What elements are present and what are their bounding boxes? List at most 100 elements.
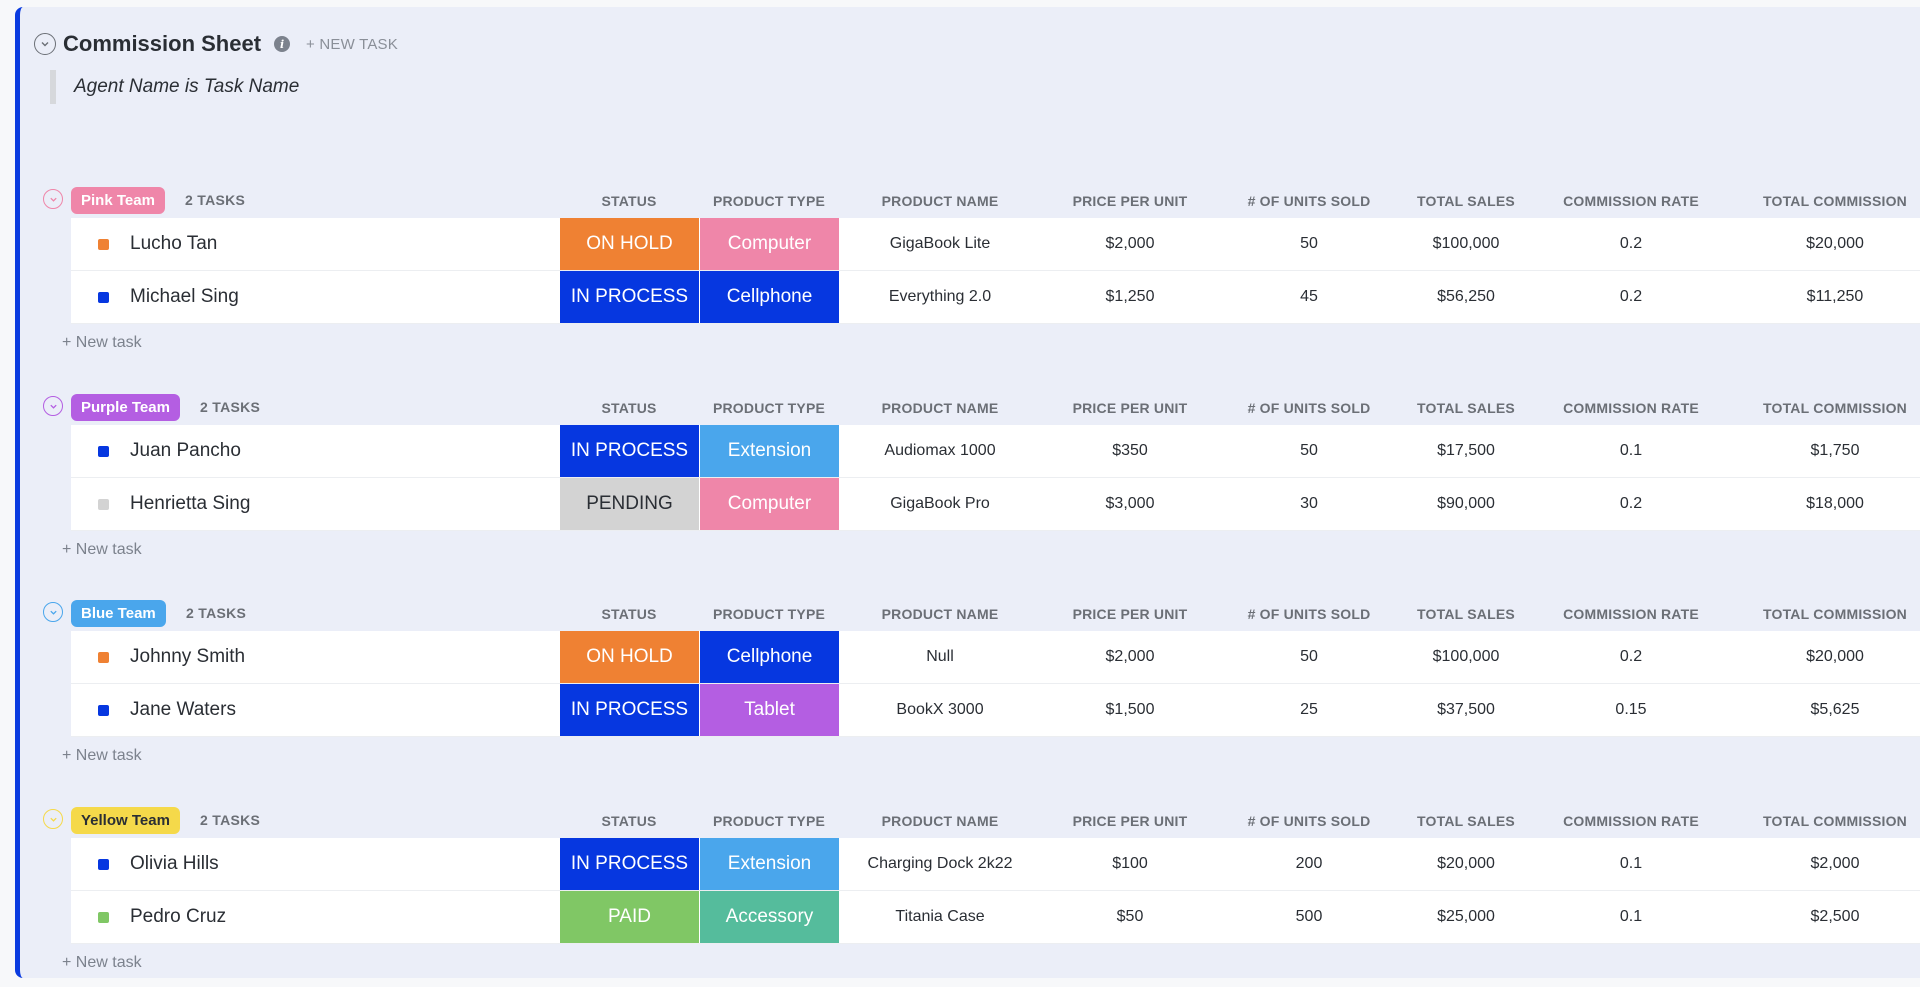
task-row[interactable]: Juan Pancho IN PROCESS Extension Audioma… xyxy=(71,425,1920,478)
column-header-price-per-unit[interactable]: PRICE PER UNIT xyxy=(1073,400,1188,416)
price-per-unit-cell[interactable]: $1,250 xyxy=(1106,271,1155,323)
add-task-row-button[interactable]: + New task xyxy=(62,541,142,559)
status-dot-icon[interactable] xyxy=(98,912,109,923)
task-name[interactable]: Henrietta Sing xyxy=(130,478,250,530)
commission-rate-cell[interactable]: 0.15 xyxy=(1615,684,1646,736)
product-type-cell[interactable]: Cellphone xyxy=(700,271,839,323)
add-task-row-button[interactable]: + New task xyxy=(62,954,142,972)
collapse-group-icon[interactable] xyxy=(43,602,63,622)
add-task-row-button[interactable]: + New task xyxy=(62,334,142,352)
status-dot-icon[interactable] xyxy=(98,446,109,457)
column-header-total-sales[interactable]: TOTAL SALES xyxy=(1417,193,1515,209)
task-row[interactable]: Michael Sing IN PROCESS Cellphone Everyt… xyxy=(71,271,1920,324)
product-type-cell[interactable]: Tablet xyxy=(700,684,839,736)
new-task-button[interactable]: + NEW TASK xyxy=(306,36,398,53)
task-name[interactable]: Olivia Hills xyxy=(130,838,219,890)
product-name-cell[interactable]: GigaBook Lite xyxy=(890,218,991,270)
status-cell[interactable]: IN PROCESS xyxy=(560,271,699,323)
column-header-total-sales[interactable]: TOTAL SALES xyxy=(1417,606,1515,622)
product-name-cell[interactable]: Null xyxy=(926,631,954,683)
task-row[interactable]: Jane Waters IN PROCESS Tablet BookX 3000… xyxy=(71,684,1920,737)
column-header-product-type[interactable]: PRODUCT TYPE xyxy=(713,606,825,622)
column-header-status[interactable]: STATUS xyxy=(601,606,656,622)
column-header-product-name[interactable]: PRODUCT NAME xyxy=(882,400,999,416)
product-type-cell[interactable]: Computer xyxy=(700,218,839,270)
commission-rate-cell[interactable]: 0.2 xyxy=(1620,478,1642,530)
column-header-product-type[interactable]: PRODUCT TYPE xyxy=(713,193,825,209)
product-name-cell[interactable]: Titania Case xyxy=(895,891,984,943)
column-header-price-per-unit[interactable]: PRICE PER UNIT xyxy=(1073,606,1188,622)
group-name-pill[interactable]: Pink Team xyxy=(71,187,165,214)
group-name-pill[interactable]: Yellow Team xyxy=(71,807,180,834)
column-header-product-name[interactable]: PRODUCT NAME xyxy=(882,606,999,622)
column-header-units-sold[interactable]: # OF UNITS SOLD xyxy=(1248,193,1371,209)
product-type-cell[interactable]: Cellphone xyxy=(700,631,839,683)
add-task-row-button[interactable]: + New task xyxy=(62,747,142,765)
status-cell[interactable]: IN PROCESS xyxy=(560,425,699,477)
column-header-product-name[interactable]: PRODUCT NAME xyxy=(882,813,999,829)
column-header-commission-rate[interactable]: COMMISSION RATE xyxy=(1563,813,1699,829)
price-per-unit-cell[interactable]: $1,500 xyxy=(1106,684,1155,736)
commission-rate-cell[interactable]: 0.1 xyxy=(1620,891,1642,943)
task-name[interactable]: Jane Waters xyxy=(130,684,236,736)
column-header-units-sold[interactable]: # OF UNITS SOLD xyxy=(1248,400,1371,416)
units-sold-cell[interactable]: 50 xyxy=(1300,425,1318,477)
status-cell[interactable]: PENDING xyxy=(560,478,699,530)
status-cell[interactable]: ON HOLD xyxy=(560,218,699,270)
product-name-cell[interactable]: GigaBook Pro xyxy=(890,478,990,530)
task-row[interactable]: Henrietta Sing PENDING Computer GigaBook… xyxy=(71,478,1920,531)
status-dot-icon[interactable] xyxy=(98,292,109,303)
task-row[interactable]: Olivia Hills IN PROCESS Extension Chargi… xyxy=(71,838,1920,891)
column-header-total-commission[interactable]: TOTAL COMMISSION xyxy=(1763,400,1907,416)
status-dot-icon[interactable] xyxy=(98,705,109,716)
status-cell[interactable]: ON HOLD xyxy=(560,631,699,683)
column-header-total-commission[interactable]: TOTAL COMMISSION xyxy=(1763,606,1907,622)
column-header-commission-rate[interactable]: COMMISSION RATE xyxy=(1563,193,1699,209)
total-sales-cell[interactable]: $56,250 xyxy=(1437,271,1495,323)
product-type-cell[interactable]: Computer xyxy=(700,478,839,530)
units-sold-cell[interactable]: 50 xyxy=(1300,631,1318,683)
units-sold-cell[interactable]: 45 xyxy=(1300,271,1318,323)
product-type-cell[interactable]: Extension xyxy=(700,425,839,477)
product-name-cell[interactable]: Everything 2.0 xyxy=(889,271,991,323)
total-sales-cell[interactable]: $37,500 xyxy=(1437,684,1495,736)
task-row[interactable]: Pedro Cruz PAID Accessory Titania Case $… xyxy=(71,891,1920,944)
status-cell[interactable]: IN PROCESS xyxy=(560,684,699,736)
commission-rate-cell[interactable]: 0.1 xyxy=(1620,425,1642,477)
column-header-price-per-unit[interactable]: PRICE PER UNIT xyxy=(1073,813,1188,829)
column-header-product-type[interactable]: PRODUCT TYPE xyxy=(713,400,825,416)
column-header-total-commission[interactable]: TOTAL COMMISSION xyxy=(1763,193,1907,209)
price-per-unit-cell[interactable]: $2,000 xyxy=(1106,631,1155,683)
task-name[interactable]: Juan Pancho xyxy=(130,425,241,477)
units-sold-cell[interactable]: 500 xyxy=(1296,891,1323,943)
total-commission-cell[interactable]: $20,000 xyxy=(1806,631,1864,683)
task-name[interactable]: Lucho Tan xyxy=(130,218,217,270)
total-commission-cell[interactable]: $18,000 xyxy=(1806,478,1864,530)
total-sales-cell[interactable]: $17,500 xyxy=(1437,425,1495,477)
collapse-list-icon[interactable] xyxy=(34,33,56,55)
info-icon[interactable]: i xyxy=(274,36,291,52)
total-sales-cell[interactable]: $25,000 xyxy=(1437,891,1495,943)
status-dot-icon[interactable] xyxy=(98,499,109,510)
commission-rate-cell[interactable]: 0.2 xyxy=(1620,631,1642,683)
total-sales-cell[interactable]: $100,000 xyxy=(1433,218,1500,270)
total-sales-cell[interactable]: $20,000 xyxy=(1437,838,1495,890)
product-name-cell[interactable]: Charging Dock 2k22 xyxy=(868,838,1013,890)
column-header-commission-rate[interactable]: COMMISSION RATE xyxy=(1563,606,1699,622)
column-header-total-sales[interactable]: TOTAL SALES xyxy=(1417,400,1515,416)
total-commission-cell[interactable]: $2,000 xyxy=(1811,838,1860,890)
price-per-unit-cell[interactable]: $2,000 xyxy=(1106,218,1155,270)
collapse-group-icon[interactable] xyxy=(43,189,63,209)
collapse-group-icon[interactable] xyxy=(43,809,63,829)
task-name[interactable]: Pedro Cruz xyxy=(130,891,226,943)
total-commission-cell[interactable]: $5,625 xyxy=(1811,684,1860,736)
units-sold-cell[interactable]: 200 xyxy=(1296,838,1323,890)
commission-rate-cell[interactable]: 0.2 xyxy=(1620,271,1642,323)
status-dot-icon[interactable] xyxy=(98,859,109,870)
task-row[interactable]: Johnny Smith ON HOLD Cellphone Null $2,0… xyxy=(71,631,1920,684)
column-header-price-per-unit[interactable]: PRICE PER UNIT xyxy=(1073,193,1188,209)
column-header-product-name[interactable]: PRODUCT NAME xyxy=(882,193,999,209)
group-name-pill[interactable]: Blue Team xyxy=(71,600,166,627)
column-header-status[interactable]: STATUS xyxy=(601,193,656,209)
task-name[interactable]: Johnny Smith xyxy=(130,631,245,683)
